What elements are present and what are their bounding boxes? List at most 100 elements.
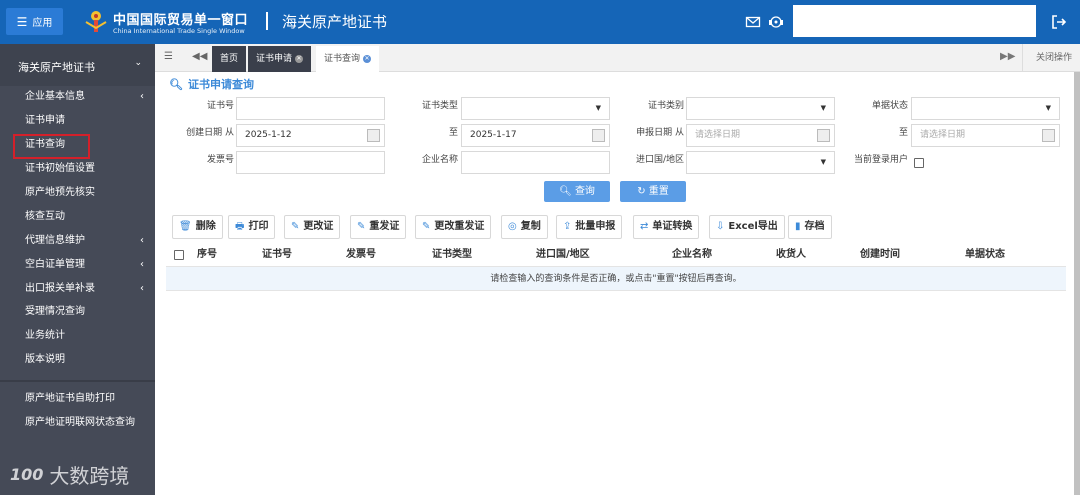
app-menu-button[interactable]: ☰ 应用 bbox=[6, 8, 63, 35]
search-icon: 🔍︎ bbox=[169, 78, 183, 91]
current-user-checkbox[interactable] bbox=[914, 158, 924, 168]
sidebar-item-label: 核查互动 bbox=[25, 211, 65, 222]
excel-export-button[interactable]: ⇩ Excel导出 bbox=[709, 215, 785, 239]
close-icon[interactable]: ✕ bbox=[295, 54, 304, 63]
column-header[interactable]: 收货人 bbox=[776, 244, 806, 267]
swap-icon: ⇄ bbox=[640, 221, 649, 232]
cert-category-select[interactable]: ▼ bbox=[686, 97, 835, 120]
tab-cert-query[interactable]: 证书查询 ✕ bbox=[316, 46, 380, 72]
sidebar-section-header[interactable]: 海关原产地证书 ⌄ bbox=[0, 44, 155, 86]
tab-label: 首页 bbox=[220, 54, 239, 64]
mail-icon[interactable] bbox=[745, 14, 761, 30]
doc-status-select[interactable]: ▼ bbox=[911, 97, 1060, 120]
invoice-no-input[interactable] bbox=[236, 151, 385, 174]
created-to-input[interactable]: 2025-1-17 bbox=[461, 124, 610, 147]
tab-home[interactable]: 首页 bbox=[212, 46, 247, 72]
tab-forward-icon[interactable]: ▶▶ bbox=[1000, 51, 1015, 62]
select-all-checkbox[interactable] bbox=[174, 250, 184, 260]
sidebar-item[interactable]: 原产地证书自助打印 bbox=[25, 389, 150, 409]
doc-convert-button[interactable]: ⇄ 单证转换 bbox=[633, 215, 700, 239]
declare-from-input[interactable]: 请选择日期 bbox=[686, 124, 835, 147]
sidebar-item[interactable]: 证书初始值设置 bbox=[25, 159, 150, 179]
header-search-input[interactable] bbox=[793, 5, 1036, 37]
sidebar-item[interactable]: 证书申请 bbox=[25, 111, 150, 131]
reset-icon: ↻ bbox=[637, 186, 649, 197]
dropdown-caret-icon: ▼ bbox=[820, 104, 826, 112]
doc-status-label: 单据状态 bbox=[871, 101, 908, 111]
column-header[interactable]: 单据状态 bbox=[965, 244, 1005, 267]
sidebar-section-title: 海关原产地证书 bbox=[18, 61, 95, 74]
sidebar-item[interactable]: 受理情况查询 bbox=[25, 302, 150, 322]
cert-type-label: 证书类型 bbox=[421, 101, 458, 111]
customs-emblem-icon bbox=[85, 11, 107, 32]
toolbar-label: 更改重发证 bbox=[434, 221, 485, 232]
archive-button[interactable]: ▮ 存档 bbox=[788, 215, 832, 239]
tab-cert-apply[interactable]: 证书申请 ✕ bbox=[248, 46, 312, 72]
print-button[interactable]: 🖶 打印 bbox=[228, 215, 276, 239]
sidebar-item[interactable]: 空白证单管理 ‹ bbox=[25, 255, 150, 275]
delete-button[interactable]: 🗑 删除 bbox=[172, 215, 223, 239]
menu-icon: ☰ bbox=[16, 14, 28, 29]
search-button[interactable]: 🔍︎ 查询 bbox=[544, 181, 610, 202]
hamburger-icon[interactable]: ☰ bbox=[164, 51, 173, 62]
calendar-icon[interactable] bbox=[817, 129, 830, 142]
column-header[interactable]: 证书类型 bbox=[432, 244, 472, 267]
sidebar-item[interactable]: 原产地证明联网状态查询 bbox=[25, 413, 150, 433]
column-header[interactable]: 进口国/地区 bbox=[536, 244, 590, 267]
toolbar-label: 复制 bbox=[520, 221, 541, 232]
column-header[interactable]: 企业名称 bbox=[672, 244, 712, 267]
table-empty-message: 请检查输入的查询条件是否正确，或点击"重置"按钮后再查询。 bbox=[166, 267, 1066, 291]
change-cert-button[interactable]: ✎ 更改证 bbox=[284, 215, 341, 239]
column-header[interactable]: 序号 bbox=[197, 244, 217, 267]
close-icon[interactable]: ✕ bbox=[363, 54, 372, 63]
sidebar-item-label: 出口报关单补录 bbox=[25, 283, 95, 294]
toolbar-label: 打印 bbox=[248, 221, 269, 232]
sidebar-item[interactable]: 代理信息维护 ‹ bbox=[25, 231, 150, 251]
chevron-left-icon: ‹ bbox=[140, 283, 144, 294]
toolbar-label: 存档 bbox=[804, 221, 825, 232]
sidebar-item-label: 原产地预先核实 bbox=[25, 187, 95, 198]
country-select[interactable]: ▼ bbox=[686, 151, 835, 174]
calendar-icon[interactable] bbox=[592, 129, 605, 142]
company-input[interactable] bbox=[461, 151, 610, 174]
created-from-input[interactable]: 2025-1-12 bbox=[236, 124, 385, 147]
column-header[interactable]: 证书号 bbox=[262, 244, 292, 267]
chevron-left-icon: ‹ bbox=[140, 91, 144, 102]
chevron-left-icon: ‹ bbox=[140, 235, 144, 246]
close-operations-button[interactable]: 关闭操作 bbox=[1036, 44, 1072, 72]
support-icon[interactable] bbox=[768, 14, 784, 30]
toolbar-label: 更改证 bbox=[303, 221, 334, 232]
sidebar-item-label: 空白证单管理 bbox=[25, 259, 85, 270]
brand-name: 中国国际贸易单一窗口 bbox=[113, 13, 249, 28]
reissue-cert-button[interactable]: ✎ 重发证 bbox=[350, 215, 407, 239]
company-label: 企业名称 bbox=[421, 155, 458, 165]
tab-bar: ☰ ◀◀ 首页 证书申请 ✕ 证书查询 ✕ ▶▶ 关闭操作 bbox=[155, 44, 1080, 72]
cert-no-input[interactable] bbox=[236, 97, 385, 120]
reset-button[interactable]: ↻ 重置 bbox=[620, 181, 686, 202]
sidebar-item[interactable]: 版本说明 bbox=[25, 350, 150, 370]
sidebar-item-label: 代理信息维护 bbox=[25, 235, 85, 246]
sidebar-item[interactable]: 企业基本信息 ‹ bbox=[25, 87, 150, 107]
vertical-scrollbar[interactable] bbox=[1074, 72, 1080, 495]
cert-type-select[interactable]: ▼ bbox=[461, 97, 610, 120]
logout-icon[interactable] bbox=[1050, 13, 1068, 31]
declare-to-input[interactable]: 请选择日期 bbox=[911, 124, 1060, 147]
sidebar-item-label: 原产地证明联网状态查询 bbox=[25, 417, 135, 428]
change-reissue-button[interactable]: ✎ 更改重发证 bbox=[415, 215, 492, 239]
sidebar-item[interactable]: 出口报关单补录 ‹ bbox=[25, 279, 150, 299]
calendar-icon[interactable] bbox=[1042, 129, 1055, 142]
column-header[interactable]: 创建时间 bbox=[860, 244, 900, 267]
dropdown-caret-icon: ▼ bbox=[820, 158, 826, 166]
batch-declare-button[interactable]: ⇪ 批量申报 bbox=[556, 215, 623, 239]
sidebar-item-label: 企业基本信息 bbox=[25, 91, 85, 102]
panel-title: 🔍︎ 证书申请查询 bbox=[169, 76, 254, 92]
dropdown-caret-icon: ▼ bbox=[595, 104, 601, 112]
table-header: 序号 证书号 发票号 证书类型 进口国/地区 企业名称 收货人 创建时间 单据状… bbox=[166, 244, 1066, 267]
sidebar-item[interactable]: 业务统计 bbox=[25, 326, 150, 346]
copy-button[interactable]: ◎ 复制 bbox=[501, 215, 548, 239]
tab-back-icon[interactable]: ◀◀ bbox=[192, 51, 207, 62]
sidebar-item[interactable]: 核查互动 bbox=[25, 207, 150, 227]
column-header[interactable]: 发票号 bbox=[346, 244, 376, 267]
calendar-icon[interactable] bbox=[367, 129, 380, 142]
sidebar-item[interactable]: 原产地预先核实 bbox=[25, 183, 150, 203]
